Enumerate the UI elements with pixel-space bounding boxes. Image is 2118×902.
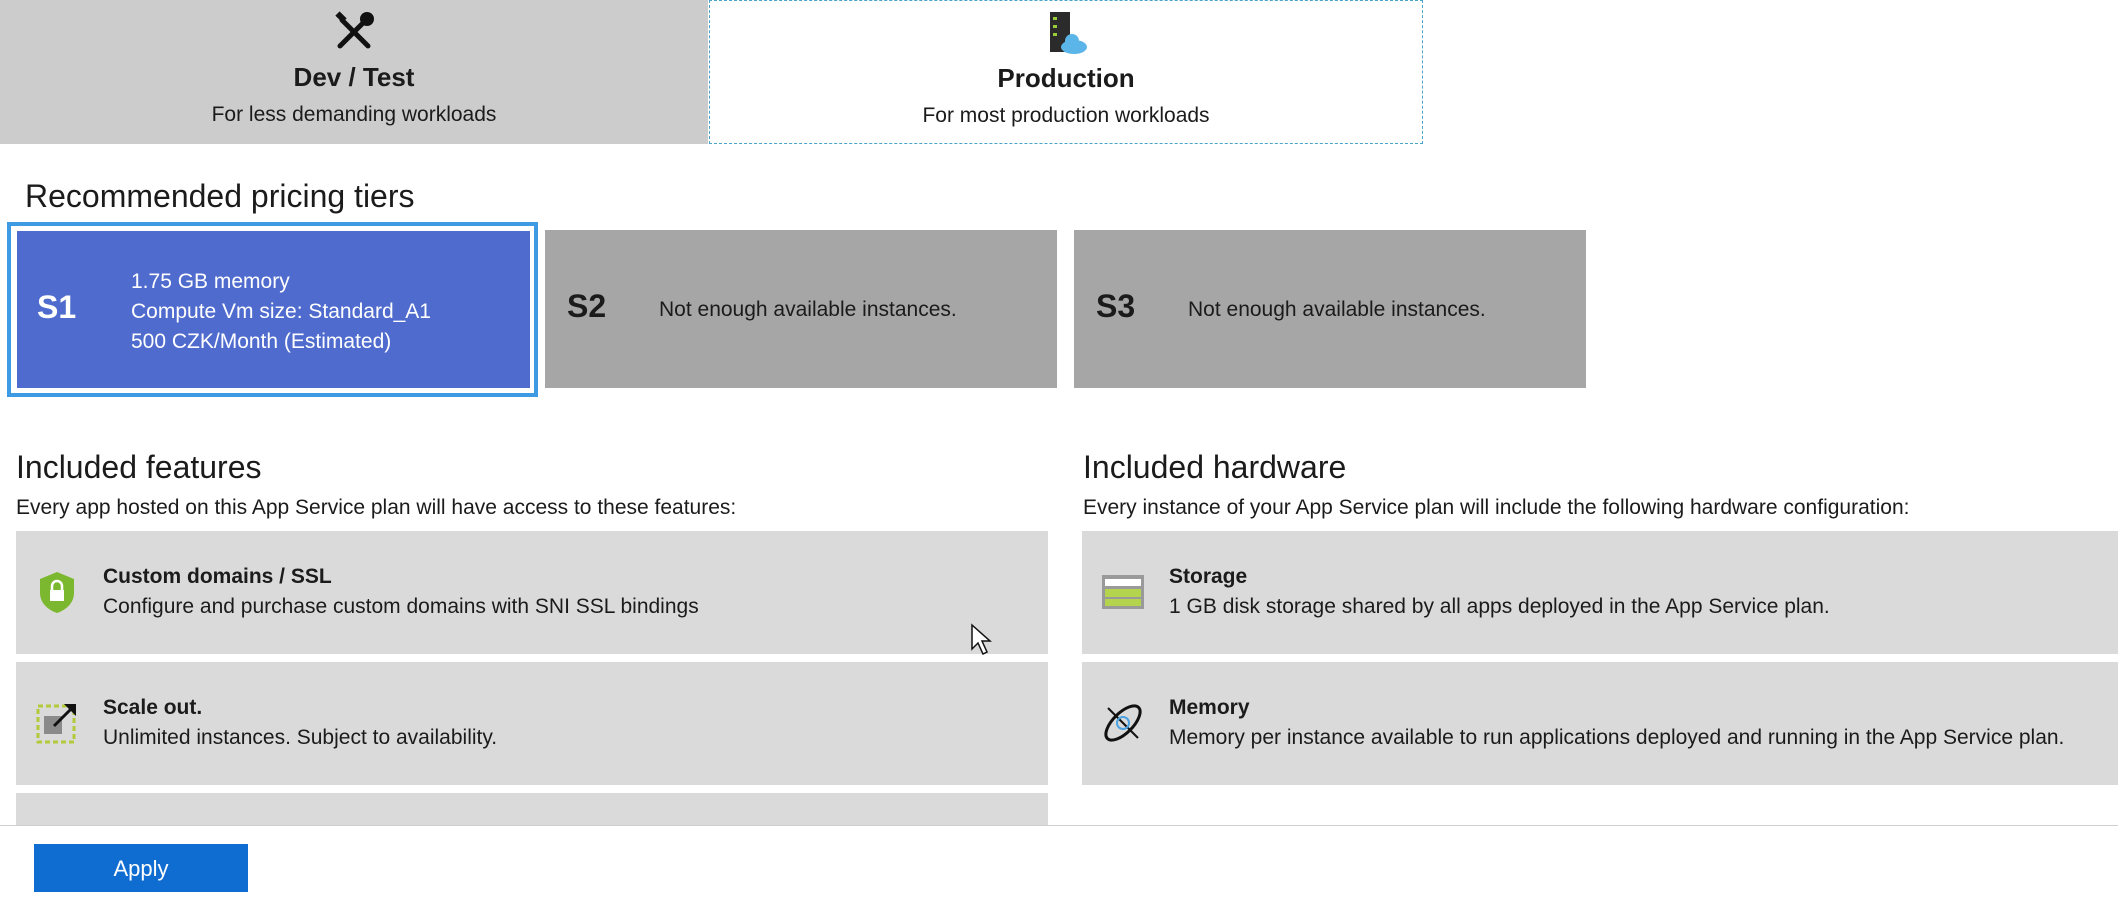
tier-code: S3 [1096, 288, 1136, 324]
tier-s2-card[interactable]: S2 Not enough available instances. [545, 230, 1057, 388]
hardware-title: Memory [1169, 696, 1250, 719]
tab-dev-test[interactable]: Dev / Test For less demanding workloads [0, 0, 708, 144]
tools-icon [335, 11, 374, 49]
pricing-heading: Recommended pricing tiers [25, 178, 415, 214]
tier-s3-card[interactable]: S3 Not enough available instances. [1074, 230, 1586, 388]
memory-icon [1104, 704, 1142, 742]
tier-vm-size: Compute Vm size: Standard_A1 [131, 300, 431, 323]
feature-title: Scale out. [103, 696, 203, 719]
feature-card-custom-domains: Custom domains / SSL Configure and purch… [16, 531, 1048, 654]
tab-title: Production [997, 63, 1135, 93]
hardware-card-memory: Memory Memory per instance available to … [1082, 662, 2118, 785]
footer-divider [0, 825, 2118, 826]
tier-unavailable-message: Not enough available instances. [1188, 298, 1486, 321]
tier-memory: 1.75 GB memory [131, 270, 290, 293]
hardware-description-text: Memory per instance available to run app… [1169, 726, 2065, 749]
tab-subtitle: For most production workloads [922, 104, 1210, 127]
server-cloud-icon [1050, 12, 1087, 54]
tier-unavailable-message: Not enough available instances. [659, 298, 957, 321]
hardware-description-text: 1 GB disk storage shared by all apps dep… [1169, 595, 1830, 618]
hardware-heading: Included hardware [1083, 449, 1347, 485]
features-heading: Included features [16, 449, 262, 485]
apply-button[interactable]: Apply [34, 844, 248, 892]
hardware-title: Storage [1169, 565, 1248, 588]
storage-icon [1102, 575, 1144, 609]
scale-out-icon [36, 704, 76, 744]
features-description: Every app hosted on this App Service pla… [16, 496, 737, 519]
mouse-cursor-icon [971, 623, 992, 656]
feature-card-scale-out: Scale out. Unlimited instances. Subject … [16, 662, 1048, 785]
hardware-card-storage: Storage 1 GB disk storage shared by all … [1082, 531, 2118, 654]
tier-code: S2 [567, 288, 607, 324]
feature-description: Configure and purchase custom domains wi… [103, 595, 699, 618]
tier-s1-card[interactable]: S1 1.75 GB memory Compute Vm size: Stand… [17, 231, 530, 388]
tier-details: 1.75 GB memory Compute Vm size: Standard… [131, 267, 431, 357]
tab-subtitle: For less demanding workloads [211, 103, 497, 126]
feature-title: Custom domains / SSL [103, 565, 332, 588]
feature-card-partial [16, 793, 1048, 825]
tab-production[interactable]: Production For most production workloads [709, 0, 1423, 144]
tab-title: Dev / Test [293, 62, 415, 92]
tier-code: S1 [37, 289, 77, 325]
shield-lock-icon [40, 572, 74, 613]
feature-description: Unlimited instances. Subject to availabi… [103, 726, 498, 749]
tier-price: 500 CZK/Month (Estimated) [131, 330, 392, 353]
hardware-description: Every instance of your App Service plan … [1083, 496, 1910, 519]
